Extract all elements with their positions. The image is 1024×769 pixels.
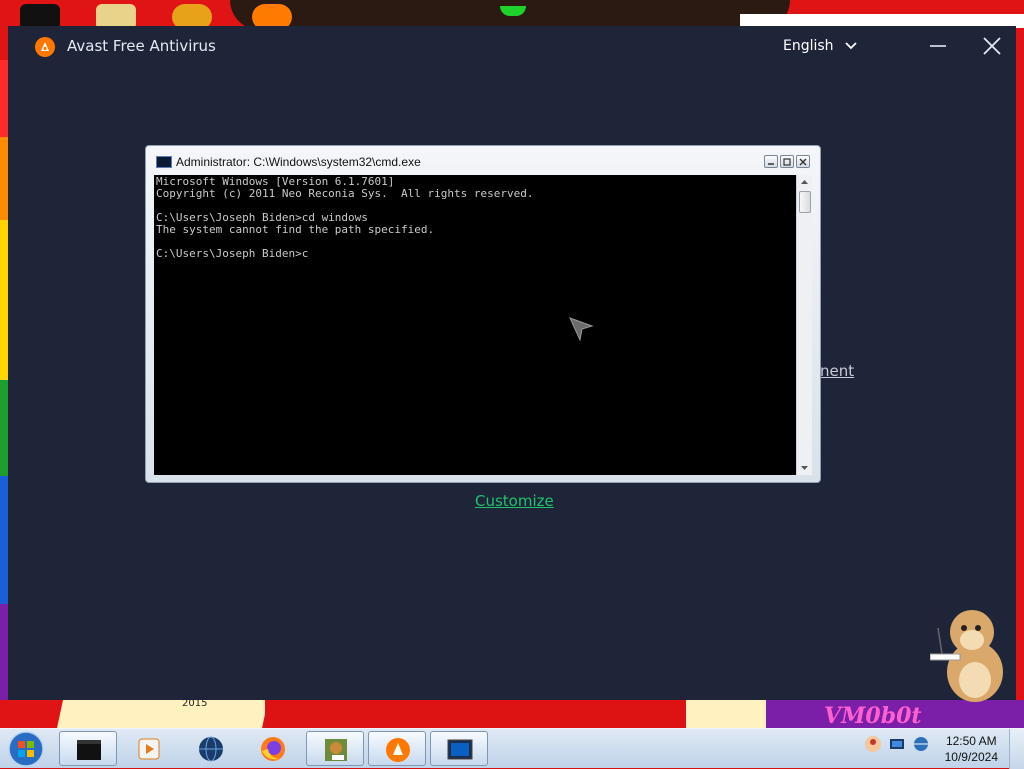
start-button[interactable]: [6, 730, 46, 768]
minimize-icon[interactable]: [926, 34, 950, 58]
taskbar-globe-button[interactable]: [182, 731, 240, 766]
taskbar-box-app-button[interactable]: [306, 731, 364, 766]
language-label: English: [783, 38, 834, 54]
hamster-icon: [930, 610, 1003, 702]
scroll-thumb[interactable]: [799, 191, 811, 213]
taskbar-firefox-button[interactable]: [244, 731, 302, 766]
black-window-icon: [77, 740, 101, 760]
taskbar-cmd-window-button[interactable]: [59, 731, 117, 766]
box-icon: [325, 739, 347, 761]
system-tray: 12:50 AM 10/9/2024: [862, 729, 1024, 769]
taskbar-media-player-button[interactable]: [120, 731, 178, 766]
cmd-maximize-button[interactable]: [780, 155, 794, 168]
cmd-close-button[interactable]: [796, 155, 810, 168]
cmd-minimize-button[interactable]: [764, 155, 778, 168]
mouse-cursor-icon: [569, 317, 594, 342]
firefox-icon: [261, 737, 285, 761]
cmd-window: Administrator: C:\Windows\system32\cmd.e…: [145, 145, 821, 483]
clock-time: 12:50 AM: [945, 734, 997, 748]
tray-globe-icon[interactable]: [912, 735, 930, 753]
globe-icon: [199, 736, 223, 762]
cmd-window-controls: [764, 155, 810, 168]
tray-network-icon[interactable]: [888, 735, 906, 753]
monitor-icon: [447, 739, 473, 760]
clock[interactable]: 12:50 AM 10/9/2024: [945, 733, 998, 765]
chevron-down-icon: [844, 42, 857, 50]
scroll-up-icon[interactable]: [797, 175, 812, 189]
tray-avatar-icon[interactable]: [864, 735, 882, 753]
wallpaper-bottom-right: [686, 700, 766, 728]
close-icon[interactable]: [980, 34, 1004, 58]
show-desktop-button[interactable]: [1009, 729, 1024, 769]
cmd-title: Administrator: C:\Windows\system32\cmd.e…: [176, 155, 421, 169]
play-icon: [138, 738, 160, 760]
wallpaper-bottom-mid: [265, 700, 685, 728]
cmd-scrollbar[interactable]: [796, 175, 812, 475]
avast-logo-icon: [35, 37, 55, 57]
taskbar-cmd-button[interactable]: [430, 731, 488, 766]
cmd-console[interactable]: Microsoft Windows [Version 6.1.7601] Cop…: [154, 175, 796, 475]
customize-link[interactable]: Customize: [475, 492, 554, 510]
maximize-icon: [783, 158, 791, 166]
taskbar: 12:50 AM 10/9/2024: [0, 728, 1024, 769]
cmd-icon: [156, 156, 172, 168]
avast-icon: [386, 738, 410, 762]
cmd-output-text: Microsoft Windows [Version 6.1.7601] Cop…: [156, 175, 534, 260]
clock-date: 10/9/2024: [944, 750, 998, 764]
partial-link[interactable]: nent: [820, 362, 854, 380]
scroll-down-icon[interactable]: [797, 461, 812, 475]
minimize-icon: [768, 163, 774, 165]
taskbar-avast-button[interactable]: [368, 731, 426, 766]
avast-title: Avast Free Antivirus: [67, 37, 216, 55]
close-icon: [799, 158, 807, 166]
wallpaper-bottom-left: [57, 700, 268, 728]
language-selector[interactable]: English: [783, 38, 858, 54]
wallpaper-vm-text: VM0b0t: [824, 703, 922, 728]
